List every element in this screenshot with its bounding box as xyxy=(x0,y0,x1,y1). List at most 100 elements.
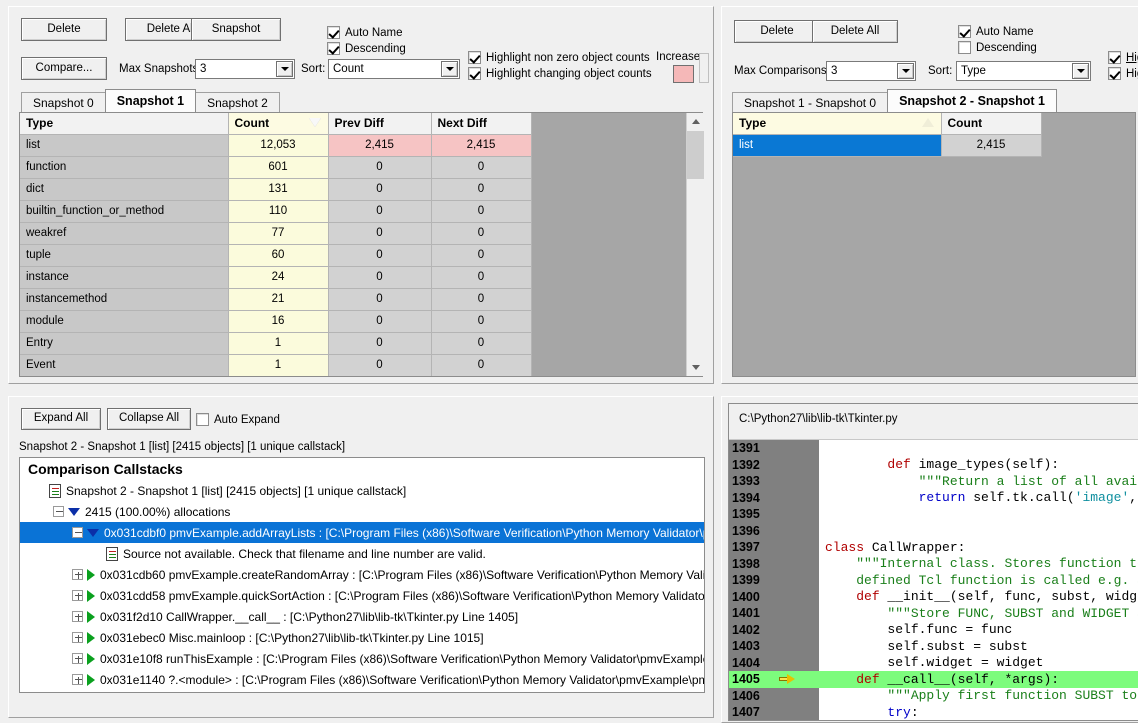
expand-icon[interactable] xyxy=(72,653,83,664)
chevron-down-icon[interactable] xyxy=(441,61,458,77)
collapse-icon[interactable] xyxy=(53,506,64,517)
table-row[interactable]: tuple6000 xyxy=(20,244,531,266)
options-scrollbar[interactable] xyxy=(699,53,709,83)
table-row[interactable]: function60100 xyxy=(20,156,531,178)
tree-node[interactable]: 0x031e10f8 runThisExample : [C:\Program … xyxy=(20,648,704,669)
table-row[interactable]: Event100 xyxy=(20,354,531,376)
collapse-icon[interactable] xyxy=(72,527,83,538)
gutter xyxy=(775,605,819,622)
snapshots-table-scrollbar[interactable] xyxy=(686,113,703,376)
table-row[interactable]: module1600 xyxy=(20,310,531,332)
comparisons-delete-button[interactable]: Delete xyxy=(734,20,820,43)
gutter xyxy=(775,655,819,672)
gutter xyxy=(775,473,819,490)
line-number: 1396 xyxy=(729,523,775,540)
tab-snapshot2-snapshot1[interactable]: Snapshot 2 - Snapshot 1 xyxy=(887,89,1057,112)
code-text: self.subst = subst xyxy=(819,639,1028,654)
comparisons-sort-combo[interactable]: Type xyxy=(956,61,1091,81)
column-header-next-diff[interactable]: Next Diff xyxy=(431,113,531,134)
chevron-down-icon[interactable] xyxy=(276,61,293,77)
table-row[interactable]: weakref7700 xyxy=(20,222,531,244)
tab-snapshot-0[interactable]: Snapshot 0 xyxy=(21,92,106,112)
expand-icon[interactable] xyxy=(72,569,83,580)
cell-type: Entry xyxy=(20,332,228,354)
collapse-all-button[interactable]: Collapse All xyxy=(107,408,191,430)
scroll-up-icon[interactable] xyxy=(687,113,704,130)
tree-node[interactable]: 0x031ebec0 Misc.mainloop : [C:\Python27\… xyxy=(20,627,704,648)
tree-node[interactable]: 0x031f2d10 CallWrapper.__call__ : [C:\Py… xyxy=(20,606,704,627)
expand-icon[interactable] xyxy=(72,590,83,601)
expand-icon[interactable] xyxy=(72,674,83,685)
auto-name-checkbox[interactable]: Auto Name xyxy=(327,26,403,39)
tab-snapshot-1[interactable]: Snapshot 1 xyxy=(105,89,196,112)
table-row[interactable]: list2,415 xyxy=(733,134,1041,156)
auto-expand-checkbox[interactable]: Auto Expand xyxy=(196,413,280,426)
descending-label: Descending xyxy=(345,43,406,55)
tree-node-label: Snapshot 2 - Snapshot 1 [list] [2415 obj… xyxy=(66,484,406,498)
table-row[interactable]: list12,0532,4152,415 xyxy=(20,134,531,156)
increase-label: Increase xyxy=(656,51,700,63)
tree-node-label: Source not available. Check that filenam… xyxy=(123,547,486,561)
scrollbar-thumb[interactable] xyxy=(687,131,704,179)
code-line: 1402 self.func = func xyxy=(729,622,1138,639)
snapshot-button[interactable]: Snapshot xyxy=(191,18,281,41)
tree-node[interactable]: 2415 (100.00%) allocations xyxy=(20,501,704,522)
triangle-closed-icon xyxy=(87,569,95,581)
sort-descending-icon xyxy=(309,118,321,127)
tree-title: Comparison Callstacks xyxy=(20,458,704,480)
gutter xyxy=(775,622,819,639)
max-comparisons-combo[interactable]: 3 xyxy=(826,61,916,81)
tree-node[interactable]: Source not available. Check that filenam… xyxy=(20,543,704,564)
line-number: 1406 xyxy=(729,688,775,705)
highlight-changing-checkbox[interactable]: Highlight changing object counts xyxy=(468,67,652,80)
chevron-down-icon[interactable] xyxy=(1072,63,1089,79)
source-viewer: C:\Python27\lib\lib-tk\Tkinter.py 139113… xyxy=(728,403,1138,721)
max-snapshots-combo[interactable]: 3 xyxy=(195,59,295,79)
sort-combo[interactable]: Count xyxy=(328,59,460,79)
cell-next-diff: 0 xyxy=(431,156,531,178)
cell-type: dict xyxy=(20,178,228,200)
tree-node[interactable]: 0x031cdb60 pmvExample.createRandomArray … xyxy=(20,564,704,585)
table-row[interactable]: instance2400 xyxy=(20,266,531,288)
column-header-type-label: Type xyxy=(739,116,766,130)
tree-node[interactable]: 0x031cdd58 pmvExample.quickSortAction : … xyxy=(20,585,704,606)
line-number: 1405 xyxy=(729,671,775,688)
column-header-count[interactable]: Count xyxy=(228,113,328,134)
table-row[interactable]: Entry100 xyxy=(20,332,531,354)
delete-button[interactable]: Delete xyxy=(21,18,107,41)
expand-icon[interactable] xyxy=(72,611,83,622)
tab-snapshot1-snapshot0[interactable]: Snapshot 1 - Snapshot 0 xyxy=(732,92,888,112)
table-header-row: Type Count Prev Diff Next Diff xyxy=(20,113,531,134)
tree-node[interactable]: Snapshot 2 - Snapshot 1 [list] [2415 obj… xyxy=(20,480,704,501)
compare-button[interactable]: Compare... xyxy=(21,57,107,80)
column-header-type[interactable]: Type xyxy=(733,113,941,134)
tree-node[interactable]: 0x031e1140 ?.<module> : [C:\Program File… xyxy=(20,669,704,690)
cell-type: instance xyxy=(20,266,228,288)
table-row[interactable]: dict13100 xyxy=(20,178,531,200)
table-row[interactable]: builtin_function_or_method11000 xyxy=(20,200,531,222)
comparisons-highlight-2-checkbox[interactable]: Hig xyxy=(1108,67,1138,80)
scroll-down-icon[interactable] xyxy=(687,359,704,376)
code-line: 1401 """Store FUNC, SUBST and WIDGET as xyxy=(729,605,1138,622)
chevron-down-icon[interactable] xyxy=(897,63,914,79)
tab-snapshot-2[interactable]: Snapshot 2 xyxy=(195,92,280,112)
cell-prev-diff: 0 xyxy=(328,200,431,222)
cell-prev-diff: 0 xyxy=(328,244,431,266)
comparisons-auto-name-checkbox[interactable]: Auto Name xyxy=(958,25,1034,38)
cell-count: 60 xyxy=(228,244,328,266)
comparisons-delete-all-button[interactable]: Delete All xyxy=(812,20,898,43)
increase-color-swatch[interactable] xyxy=(673,65,694,83)
highlight-nonzero-checkbox[interactable]: Highlight non zero object counts xyxy=(468,51,650,64)
table-row[interactable]: instancemethod2100 xyxy=(20,288,531,310)
tree-node[interactable]: 0x031cdbf0 pmvExample.addArrayLists : [C… xyxy=(20,522,705,543)
expand-all-button[interactable]: Expand All xyxy=(21,408,101,430)
column-header-type[interactable]: Type xyxy=(20,113,228,134)
table-header-row: Type Count xyxy=(733,113,1041,134)
column-header-prev-diff[interactable]: Prev Diff xyxy=(328,113,431,134)
source-code-body[interactable]: 13911392 def image_types(self):1393 """R… xyxy=(729,440,1138,720)
descending-checkbox[interactable]: Descending xyxy=(327,42,406,55)
column-header-count[interactable]: Count xyxy=(941,113,1041,134)
expand-icon[interactable] xyxy=(72,632,83,643)
comparisons-descending-checkbox[interactable]: Descending xyxy=(958,41,1037,54)
comparisons-highlight-1-checkbox[interactable]: Hig xyxy=(1108,51,1138,64)
